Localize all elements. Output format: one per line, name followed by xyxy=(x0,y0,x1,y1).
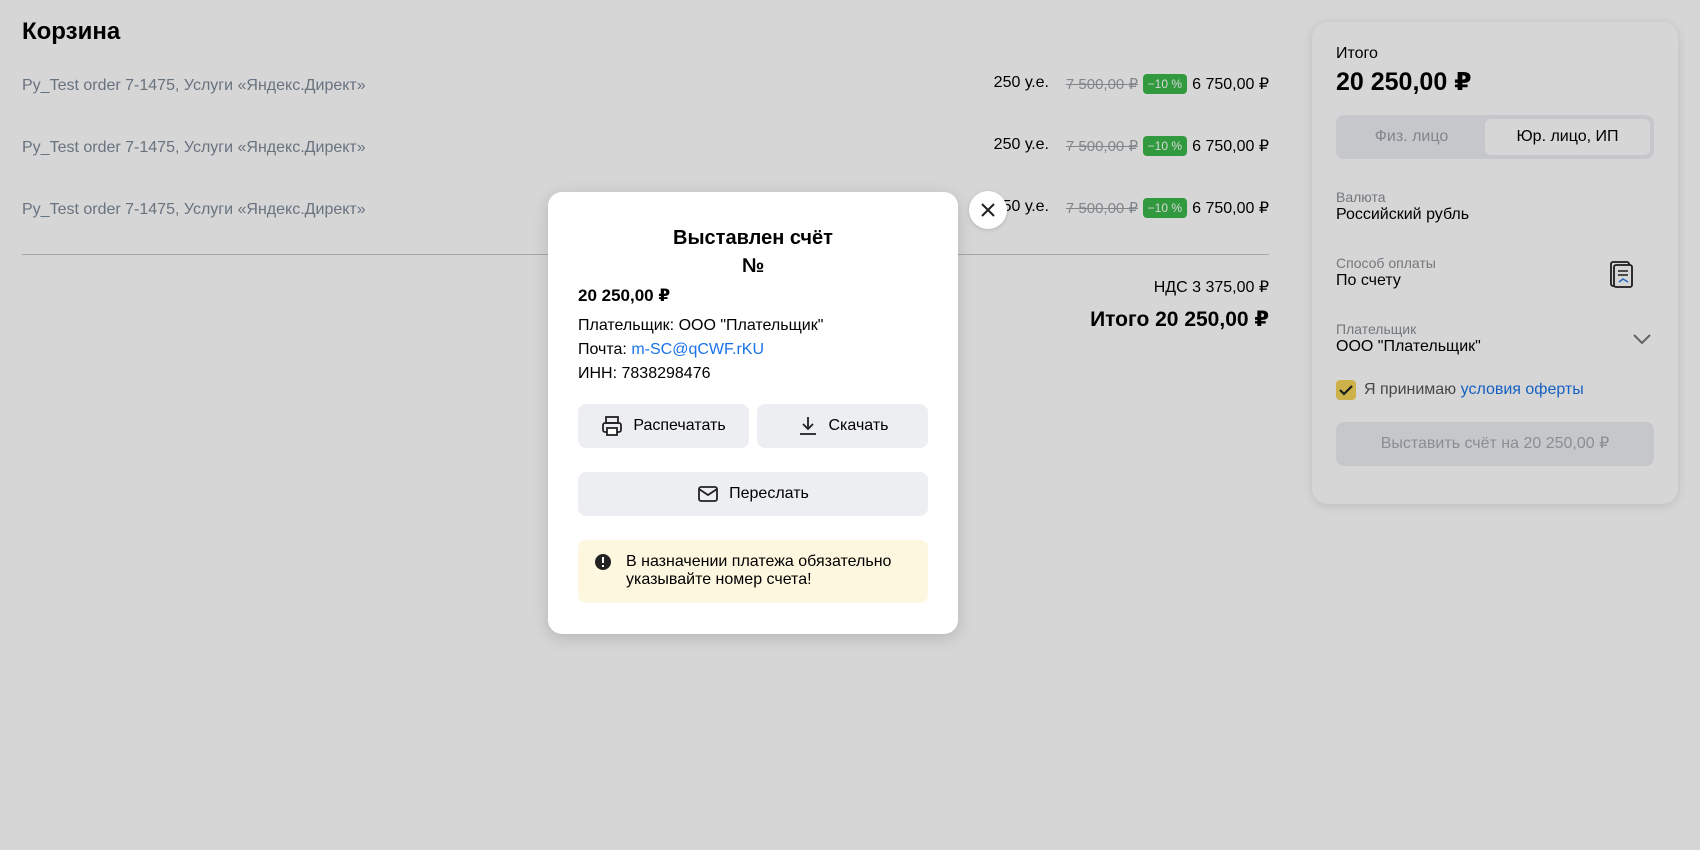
exclamation-icon xyxy=(595,554,611,570)
close-icon xyxy=(981,203,995,217)
invoice-amount: 20 250,00 ₽ xyxy=(578,286,671,305)
email-link[interactable]: m-SC@qCWF.rKU xyxy=(631,341,764,358)
invoice-modal: Выставлен счёт № 20 250,00 ₽ Плательщик:… xyxy=(548,192,958,634)
close-modal-button[interactable] xyxy=(969,191,1007,229)
warning-box: В назначении платежа обязательно указыва… xyxy=(578,540,928,603)
invoice-payer: Плательщик: ООО "Плательщик" xyxy=(578,317,824,334)
invoice-email: Почта: m-SC@qCWF.rKU xyxy=(578,341,764,359)
modal-title-line: Выставлен счёт xyxy=(673,227,833,249)
print-button[interactable]: Распечатать xyxy=(578,404,749,448)
invoice-number: № xyxy=(741,255,765,277)
print-label: Распечатать xyxy=(633,417,726,434)
printer-icon xyxy=(602,416,623,436)
forward-button[interactable]: Переслать xyxy=(578,472,928,516)
download-button[interactable]: Скачать xyxy=(757,404,928,448)
mail-icon xyxy=(698,486,719,502)
modal-title: Выставлен счёт № xyxy=(548,224,958,280)
invoice-inn: ИНН: 7838298476 xyxy=(578,365,711,382)
download-icon xyxy=(799,417,816,435)
warning-text: В назначении платежа обязательно указыва… xyxy=(626,553,892,588)
forward-label: Переслать xyxy=(729,485,809,502)
email-label: Почта: xyxy=(578,341,627,358)
download-label: Скачать xyxy=(828,417,889,434)
